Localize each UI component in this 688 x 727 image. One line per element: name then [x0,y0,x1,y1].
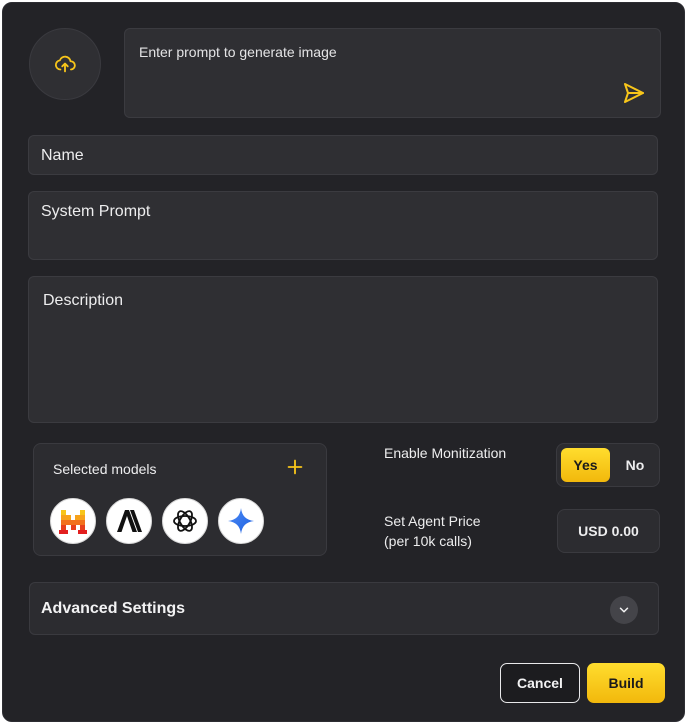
monetization-yes-option[interactable]: Yes [561,448,610,482]
build-button[interactable]: Build [587,663,665,703]
cancel-button[interactable]: Cancel [500,663,580,703]
name-field[interactable]: Name [28,135,658,175]
send-icon[interactable] [622,81,646,105]
model-avatar-list [50,498,264,544]
advanced-settings-accordion[interactable]: Advanced Settings [29,582,659,635]
system-prompt-field[interactable]: System Prompt [28,191,658,260]
openai-icon[interactable] [162,498,208,544]
agent-price-label-line1: Set Agent Price [384,513,481,529]
mistral-icon[interactable] [50,498,96,544]
chevron-down-icon[interactable] [610,596,638,624]
selected-models-title: Selected models [53,461,157,477]
system-prompt-placeholder: System Prompt [41,203,151,220]
monetization-label: Enable Monitization [384,445,507,461]
monetization-no-option[interactable]: No [613,448,657,482]
cloud-upload-icon [54,55,76,73]
anthropic-logo [117,510,142,532]
gemini-logo [228,508,254,534]
gemini-icon[interactable] [218,498,264,544]
agent-price-input[interactable]: USD 0.00 [557,509,660,553]
name-field-placeholder: Name [41,147,84,164]
upload-image-button[interactable] [29,28,101,100]
description-placeholder: Description [43,292,124,309]
description-field[interactable]: Description [28,276,658,423]
agent-price-label: Set Agent Price (per 10k calls) [384,511,481,551]
selected-models-card: Selected models [33,443,327,556]
monetization-toggle: Yes No [556,443,660,487]
anthropic-icon[interactable] [106,498,152,544]
advanced-settings-title: Advanced Settings [41,600,186,617]
agent-builder-panel: Enter prompt to generate image Name Syst… [2,2,685,722]
mistral-logo [59,510,87,534]
openai-logo [173,510,197,532]
agent-price-label-line2: (per 10k calls) [384,533,472,549]
add-model-icon[interactable] [284,456,306,478]
image-prompt-placeholder: Enter prompt to generate image [139,44,337,60]
image-prompt-input[interactable]: Enter prompt to generate image [124,28,661,118]
